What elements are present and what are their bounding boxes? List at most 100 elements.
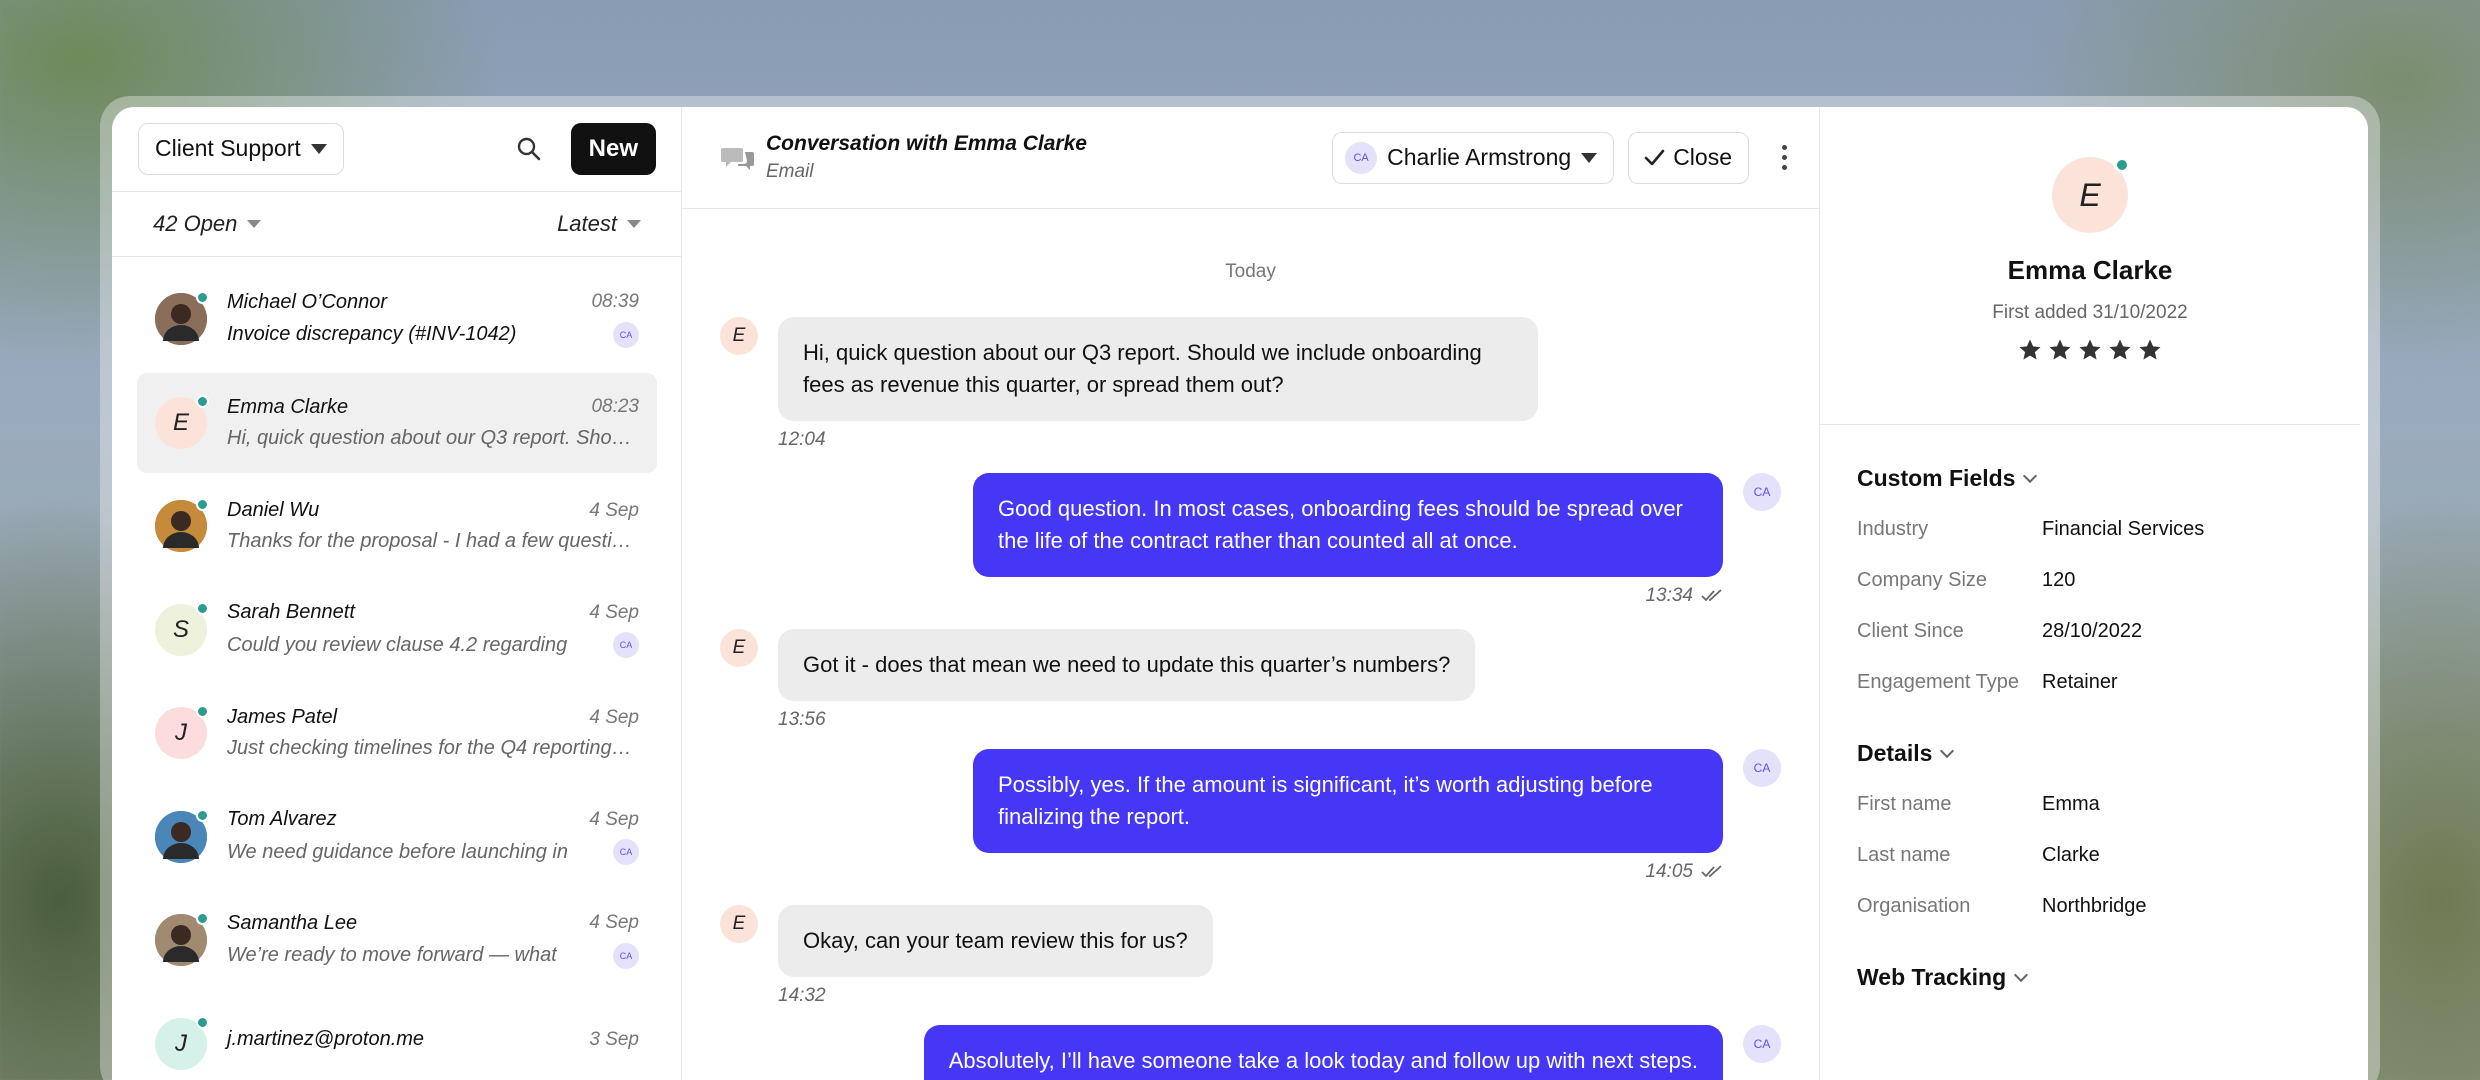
- assignee-avatar: CA: [1345, 141, 1378, 174]
- agent-avatar: CA: [1743, 1025, 1781, 1063]
- conversation-body: Michael O’Connor 08:39 Invoice discrepan…: [227, 291, 639, 348]
- conversation-body: Emma Clarke 08:23 Hi, quick question abo…: [227, 396, 639, 450]
- chevron-down-icon: [1581, 152, 1598, 163]
- contact-name: James Patel: [227, 706, 338, 728]
- avatar: S: [155, 601, 209, 656]
- field-row: Engagement Type Retainer: [1857, 657, 2368, 708]
- details-toggle[interactable]: Details: [1857, 740, 2368, 767]
- field-label: Client Since: [1857, 620, 1964, 642]
- online-indicator: [196, 291, 209, 304]
- conversation-time: 4 Sep: [589, 706, 639, 728]
- details-title: Details: [1857, 740, 1933, 766]
- rating-stars: [2018, 338, 2162, 362]
- conversation-title: Conversation with Emma Clarke: [766, 132, 1087, 155]
- conversation-body: j.martinez@proton.me 3 Sep: [227, 1028, 639, 1059]
- field-row: First name Emma: [1857, 779, 2368, 830]
- conversation-sidebar: Client Support New 42 Open Latest Michae…: [112, 107, 682, 1080]
- star-icon: [2019, 339, 2041, 360]
- outgoing-message: CA Possibly, yes. If the amount is signi…: [973, 749, 1781, 883]
- sort-filter[interactable]: Latest: [557, 211, 641, 237]
- message-bubble: Okay, can your team review this for us?: [778, 905, 1213, 977]
- close-label: Close: [1673, 144, 1732, 170]
- field-value[interactable]: Northbridge: [2042, 895, 2147, 918]
- outgoing-message: CA Absolutely, I’ll have someone take a …: [923, 1025, 1781, 1080]
- field-label: First name: [1857, 793, 1952, 815]
- status-filter-label: 42 Open: [153, 210, 238, 236]
- conversation-item[interactable]: Michael O’Connor 08:39 Invoice discrepan…: [137, 269, 657, 369]
- chevron-down-icon: [1940, 743, 1955, 758]
- contact-name: j.martinez@proton.me: [227, 1028, 425, 1050]
- conversation-item[interactable]: Daniel Wu 4 Sep Thanks for the proposal …: [137, 476, 657, 576]
- status-filter[interactable]: 42 Open: [153, 210, 262, 237]
- avatar: [155, 291, 209, 345]
- field-row: Last name Clarke: [1857, 830, 2368, 881]
- double-check-icon: [1701, 865, 1722, 878]
- field-value[interactable]: Emma: [2042, 793, 2100, 816]
- outgoing-message: CA Good question. In most cases, onboard…: [973, 473, 1781, 607]
- message-bubble: Absolutely, I’ll have someone take a loo…: [923, 1025, 1723, 1080]
- message-time: 14:32: [778, 985, 826, 1006]
- message-time: 13:56: [778, 709, 826, 730]
- field-value[interactable]: 120: [2042, 569, 2075, 592]
- assignee-badge: CA: [613, 839, 639, 865]
- avatar: J: [155, 705, 209, 759]
- contact-name: Daniel Wu: [227, 499, 320, 521]
- inbox-selector[interactable]: Client Support: [138, 122, 344, 175]
- message-preview: We need guidance before launching in: [227, 840, 568, 863]
- field-label: Engagement Type: [1857, 671, 2019, 693]
- conversation-item[interactable]: S Sarah Bennett 4 Sep Could you review c…: [137, 580, 657, 680]
- incoming-message: E Got it - does that mean we need to upd…: [720, 629, 1476, 731]
- conversation-title-block: Conversation with Emma Clarke Email: [766, 132, 1087, 183]
- message-bubble: Good question. In most cases, onboarding…: [973, 473, 1723, 577]
- conversation-time: 4 Sep: [589, 601, 639, 623]
- app-window: Client Support New 42 Open Latest Michae…: [112, 107, 2368, 1080]
- contact-profile: E Emma Clarke First added 31/10/2022: [1820, 107, 2360, 425]
- web-tracking-toggle[interactable]: Web Tracking: [1857, 964, 2368, 991]
- conversation-item[interactable]: J James Patel 4 Sep Just checking timeli…: [137, 683, 657, 783]
- more-options-icon[interactable]: [1769, 138, 1799, 178]
- online-indicator: [196, 498, 209, 511]
- sender-avatar: E: [720, 905, 758, 943]
- new-conversation-button[interactable]: New: [570, 122, 656, 175]
- assignee-name: Charlie Armstrong: [1387, 144, 1572, 170]
- field-value[interactable]: Financial Services: [2042, 518, 2204, 541]
- conversation-body: Sarah Bennett 4 Sep Could you review cla…: [227, 601, 639, 658]
- close-conversation-button[interactable]: Close: [1628, 131, 1749, 184]
- search-icon[interactable]: [509, 129, 549, 169]
- custom-fields-section: Custom Fields Industry Financial Service…: [1820, 465, 2368, 708]
- chevron-down-icon: [310, 143, 327, 154]
- message-time: 14:05: [1645, 861, 1693, 882]
- assignee-selector[interactable]: CA Charlie Armstrong: [1332, 131, 1615, 184]
- sender-avatar: E: [720, 317, 758, 355]
- message-bubble: Possibly, yes. If the amount is signific…: [973, 749, 1723, 853]
- conversation-header: Conversation with Emma Clarke Email CA C…: [682, 107, 1819, 209]
- field-value[interactable]: Clarke: [2042, 844, 2100, 867]
- chevron-down-icon: [2023, 468, 2038, 483]
- chat-bubbles-icon: [721, 147, 754, 170]
- conversation-item[interactable]: Samantha Lee 4 Sep We’re ready to move f…: [137, 890, 657, 990]
- agent-avatar: CA: [1743, 473, 1781, 511]
- avatar: E: [155, 394, 209, 449]
- contact-added-date: First added 31/10/2022: [1992, 302, 2188, 323]
- field-value[interactable]: Retainer: [2042, 671, 2118, 694]
- custom-fields-toggle[interactable]: Custom Fields: [1857, 465, 2368, 492]
- conversation-body: Tom Alvarez 4 Sep We need guidance befor…: [227, 808, 639, 865]
- filter-row: 42 Open Latest: [112, 192, 681, 257]
- contact-name: Sarah Bennett: [227, 601, 355, 623]
- contact-name: Emma Clarke: [227, 395, 349, 418]
- conversation-item[interactable]: E Emma Clarke 08:23 Hi, quick question a…: [137, 372, 657, 473]
- contact-name: Emma Clarke: [2007, 255, 2173, 285]
- message-bubble: Got it - does that mean we need to updat…: [778, 629, 1476, 701]
- field-value[interactable]: 28/10/2022: [2042, 620, 2142, 643]
- field-label: Organisation: [1857, 895, 1971, 917]
- online-indicator: [196, 705, 209, 718]
- online-indicator: [2114, 157, 2130, 173]
- conversation-time: 4 Sep: [589, 499, 639, 521]
- message-preview: Could you review clause 4.2 regarding: [227, 633, 568, 656]
- conversation-item[interactable]: J j.martinez@proton.me 3 Sep: [137, 994, 657, 1080]
- conversation-item[interactable]: Tom Alvarez 4 Sep We need guidance befor…: [137, 787, 657, 887]
- sidebar-toolbar: Client Support New: [112, 107, 681, 192]
- avatar-initial: J: [175, 719, 187, 746]
- online-indicator: [196, 394, 209, 408]
- message-time: 12:04: [778, 429, 826, 450]
